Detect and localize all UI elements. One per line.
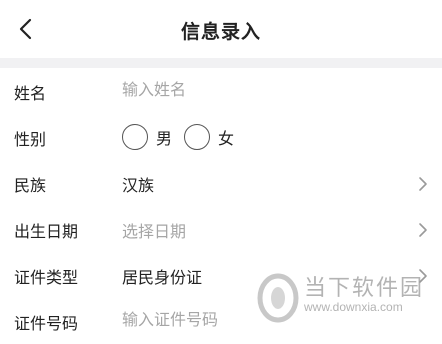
birthdate-placeholder: 选择日期: [122, 222, 187, 241]
name-label: 姓名: [14, 84, 47, 103]
gender-male-radio[interactable]: [122, 124, 148, 150]
gender-label: 性别: [14, 130, 47, 149]
id-number-row[interactable]: 证件号码: [0, 298, 442, 344]
ethnicity-row[interactable]: 民族 汉族: [0, 160, 442, 206]
nav-bar: 信息录入: [0, 0, 442, 58]
page-title: 信息录入: [180, 21, 261, 43]
id-number-input[interactable]: [122, 310, 382, 329]
birthdate-label: 出生日期: [14, 222, 79, 241]
id-type-label: 证件类型: [14, 268, 79, 287]
gender-radio-group: 男 女: [122, 124, 246, 150]
birthdate-row[interactable]: 出生日期 选择日期: [0, 206, 442, 252]
gender-female-label[interactable]: 女: [218, 125, 234, 149]
id-type-value: 居民身份证: [122, 268, 203, 287]
name-input[interactable]: [122, 80, 382, 99]
id-type-row[interactable]: 证件类型 居民身份证: [0, 252, 442, 298]
gender-row: 性别 男 女: [0, 114, 442, 160]
gender-female-radio[interactable]: [184, 124, 211, 150]
ethnicity-label: 民族: [14, 176, 47, 195]
id-number-label: 证件号码: [14, 314, 79, 333]
ethnicity-value: 汉族: [122, 176, 155, 195]
name-row[interactable]: 姓名: [0, 68, 442, 114]
gender-male-label[interactable]: 男: [156, 125, 172, 149]
section-divider: [0, 58, 442, 68]
chevron-right-icon: [419, 177, 427, 191]
chevron-right-icon: [419, 269, 427, 283]
chevron-right-icon: [419, 223, 427, 237]
